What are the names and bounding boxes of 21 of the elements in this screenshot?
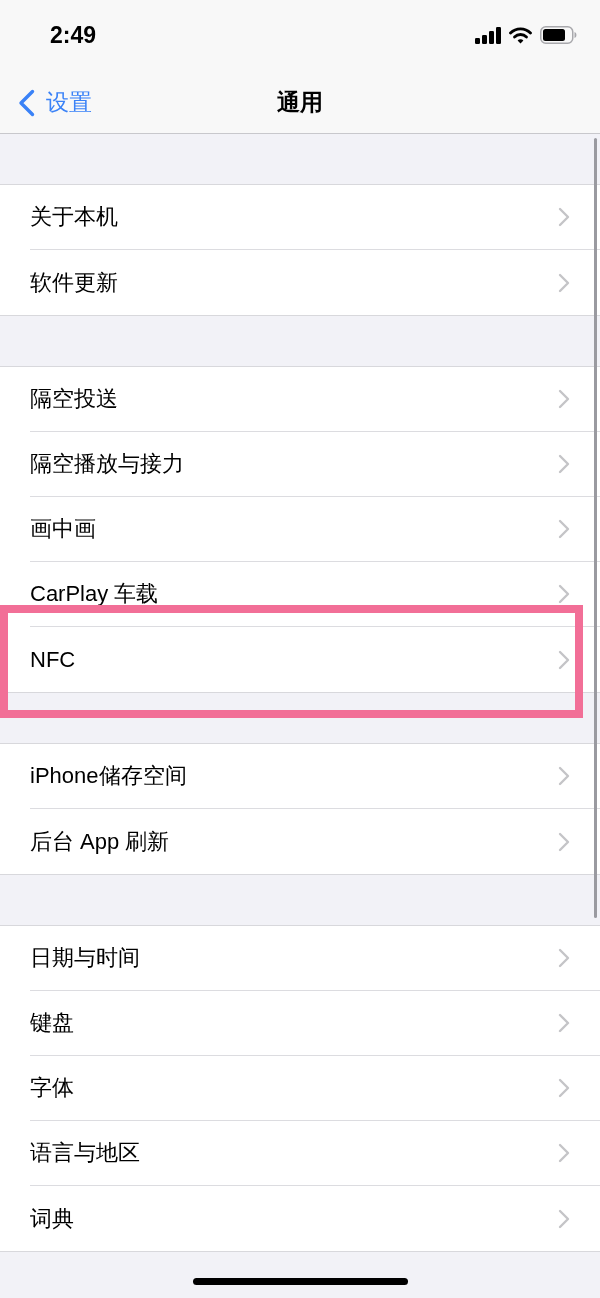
wifi-icon: [509, 26, 532, 44]
chevron-right-icon: [558, 389, 570, 409]
chevron-right-icon: [558, 1208, 570, 1229]
chevron-right-icon: [558, 649, 570, 670]
status-time: 2:49: [50, 23, 97, 47]
signal-icon: [475, 26, 501, 44]
back-chevron-icon: [18, 88, 35, 117]
chevron-right-icon: [558, 207, 570, 227]
chevron-right-icon: [558, 1013, 570, 1033]
chevron-right-icon: [558, 454, 570, 474]
chevron-right-icon: [558, 1078, 570, 1098]
page-title: 通用: [277, 91, 323, 114]
chevron-right-icon: [558, 272, 570, 293]
chevron-right-icon: [558, 1143, 570, 1163]
chevron-right-icon: [558, 948, 570, 968]
battery-icon: [540, 26, 577, 44]
chevron-right-icon: [558, 766, 570, 786]
back-button[interactable]: 设置: [0, 88, 92, 117]
chevron-right-icon: [558, 584, 570, 604]
chevron-right-icon: [558, 831, 570, 852]
chevron-right-icon: [558, 519, 570, 539]
